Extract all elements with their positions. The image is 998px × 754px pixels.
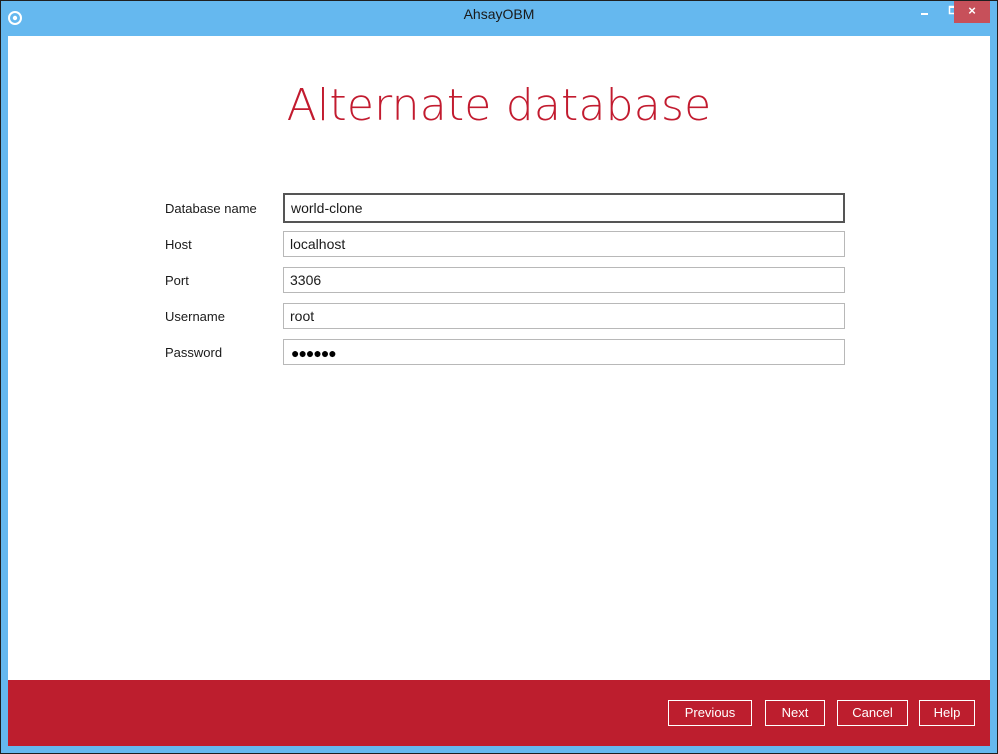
form-row-port: Port bbox=[8, 267, 990, 297]
username-label: Username bbox=[165, 309, 225, 324]
host-input[interactable] bbox=[283, 231, 845, 257]
close-icon: × bbox=[968, 3, 976, 18]
host-label: Host bbox=[165, 237, 192, 252]
password-masked-value: ●●●●●● bbox=[291, 345, 337, 361]
password-input[interactable] bbox=[283, 339, 845, 365]
window-bottom-border bbox=[8, 746, 990, 753]
minimize-icon bbox=[921, 13, 928, 15]
page-title: Alternate database bbox=[286, 80, 712, 131]
app-window: AhsayOBM × Alternate database Database n… bbox=[0, 0, 998, 754]
window-title: AhsayOBM bbox=[463, 6, 535, 22]
form-row-password: Password ●●●●●● bbox=[8, 339, 990, 369]
database-name-input[interactable] bbox=[283, 193, 845, 223]
password-label: Password bbox=[165, 345, 223, 360]
port-input[interactable] bbox=[283, 267, 845, 293]
previous-button[interactable]: Previous bbox=[668, 700, 752, 726]
port-label: Port bbox=[165, 273, 189, 288]
form-row-host: Host bbox=[8, 231, 990, 261]
form-row-database-name: Database name bbox=[8, 193, 990, 225]
minimize-button[interactable] bbox=[911, 1, 939, 23]
close-button[interactable]: × bbox=[954, 1, 990, 23]
username-input[interactable] bbox=[283, 303, 845, 329]
database-name-label: Database name bbox=[165, 201, 257, 216]
next-button[interactable]: Next bbox=[765, 700, 825, 726]
main-content: Alternate database Database name Host Po… bbox=[8, 36, 990, 680]
footer-bar: Previous Next Cancel Help bbox=[8, 680, 990, 746]
help-button[interactable]: Help bbox=[919, 700, 975, 726]
form-row-username: Username bbox=[8, 303, 990, 333]
title-bar[interactable]: AhsayOBM × bbox=[1, 1, 997, 36]
cancel-button[interactable]: Cancel bbox=[837, 700, 908, 726]
